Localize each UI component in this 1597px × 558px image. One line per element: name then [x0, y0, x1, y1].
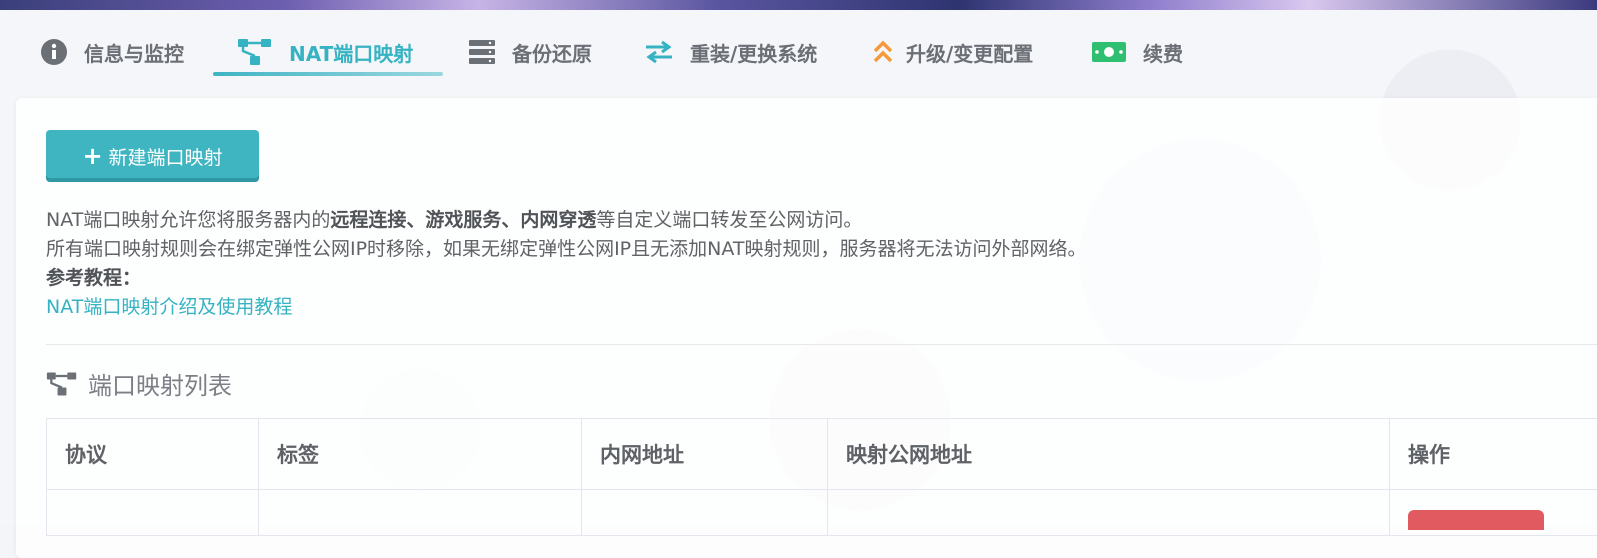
description-line-1: NAT端口映射允许您将服务器内的远程连接、游戏服务、内网穿透等自定义端口转发至公… [46, 206, 1086, 235]
column-header-internal-address: 内网地址 [582, 419, 828, 490]
description-line-2: 所有端口映射规则会在绑定弹性公网IP时移除，如果无绑定弹性公网IP且无添加NAT… [46, 235, 1086, 264]
tab-upgrade-config[interactable]: 升级/变更配置 [872, 32, 1033, 72]
table-cell [47, 490, 259, 536]
info-icon [40, 38, 68, 66]
tab-bar: 信息与监控 NAT端口映射 备份还原 重装/更换系统 升级/变更配置 续费 [0, 22, 1597, 78]
server-icon [468, 39, 496, 65]
divider [46, 344, 1597, 345]
tab-renew[interactable]: 续费 [1091, 32, 1183, 72]
tab-label: 续费 [1143, 38, 1183, 67]
tab-label: 信息与监控 [84, 38, 184, 67]
description-text: 等自定义端口转发至公网访问。 [596, 209, 862, 231]
tab-label: NAT端口映射 [289, 38, 413, 67]
table-cell [582, 490, 828, 536]
exchange-icon [644, 40, 674, 64]
nat-mapping-icon [237, 38, 273, 66]
description-highlight: 远程连接、游戏服务、内网穿透 [330, 209, 596, 231]
active-tab-indicator [213, 72, 443, 76]
tab-backup-restore[interactable]: 备份还原 [468, 32, 592, 72]
table-cell [259, 490, 582, 536]
tab-label: 重装/更换系统 [690, 38, 817, 67]
table-cell-actions [1390, 490, 1597, 536]
table-row [47, 490, 1597, 536]
double-chevron-up-icon [872, 39, 894, 65]
description-text: NAT端口映射允许您将服务器内的 [46, 209, 330, 231]
tab-label: 升级/变更配置 [906, 38, 1033, 67]
tutorial-link[interactable]: NAT端口映射介绍及使用教程 [46, 293, 1086, 322]
column-header-public-address: 映射公网地址 [828, 419, 1390, 490]
header-banner-image [0, 0, 1597, 10]
table-cell [828, 490, 1390, 536]
table-header-row: 协议 标签 内网地址 映射公网地址 操作 [47, 419, 1597, 490]
column-header-protocol: 协议 [47, 419, 259, 490]
delete-button[interactable] [1408, 510, 1544, 530]
port-mapping-table: 协议 标签 内网地址 映射公网地址 操作 [46, 418, 1597, 536]
reference-label: 参考教程： [46, 264, 1086, 293]
new-port-mapping-label: 新建端口映射 [109, 143, 223, 170]
tab-nat-mapping[interactable]: NAT端口映射 [237, 32, 413, 72]
tab-info-monitor[interactable]: 信息与监控 [40, 32, 184, 72]
column-header-actions: 操作 [1390, 419, 1597, 490]
list-title: 端口映射列表 [46, 366, 232, 401]
nat-mapping-panel: + 新建端口映射 NAT端口映射允许您将服务器内的远程连接、游戏服务、内网穿透等… [16, 98, 1597, 558]
money-icon [1091, 40, 1127, 64]
plus-icon: + [82, 144, 102, 168]
tab-reinstall-system[interactable]: 重装/更换系统 [644, 32, 817, 72]
nat-mapping-icon [46, 371, 78, 397]
new-port-mapping-button[interactable]: + 新建端口映射 [46, 130, 259, 182]
description: NAT端口映射允许您将服务器内的远程连接、游戏服务、内网穿透等自定义端口转发至公… [46, 206, 1086, 322]
tab-label: 备份还原 [512, 38, 592, 67]
column-header-label: 标签 [259, 419, 582, 490]
list-title-label: 端口映射列表 [88, 366, 232, 401]
